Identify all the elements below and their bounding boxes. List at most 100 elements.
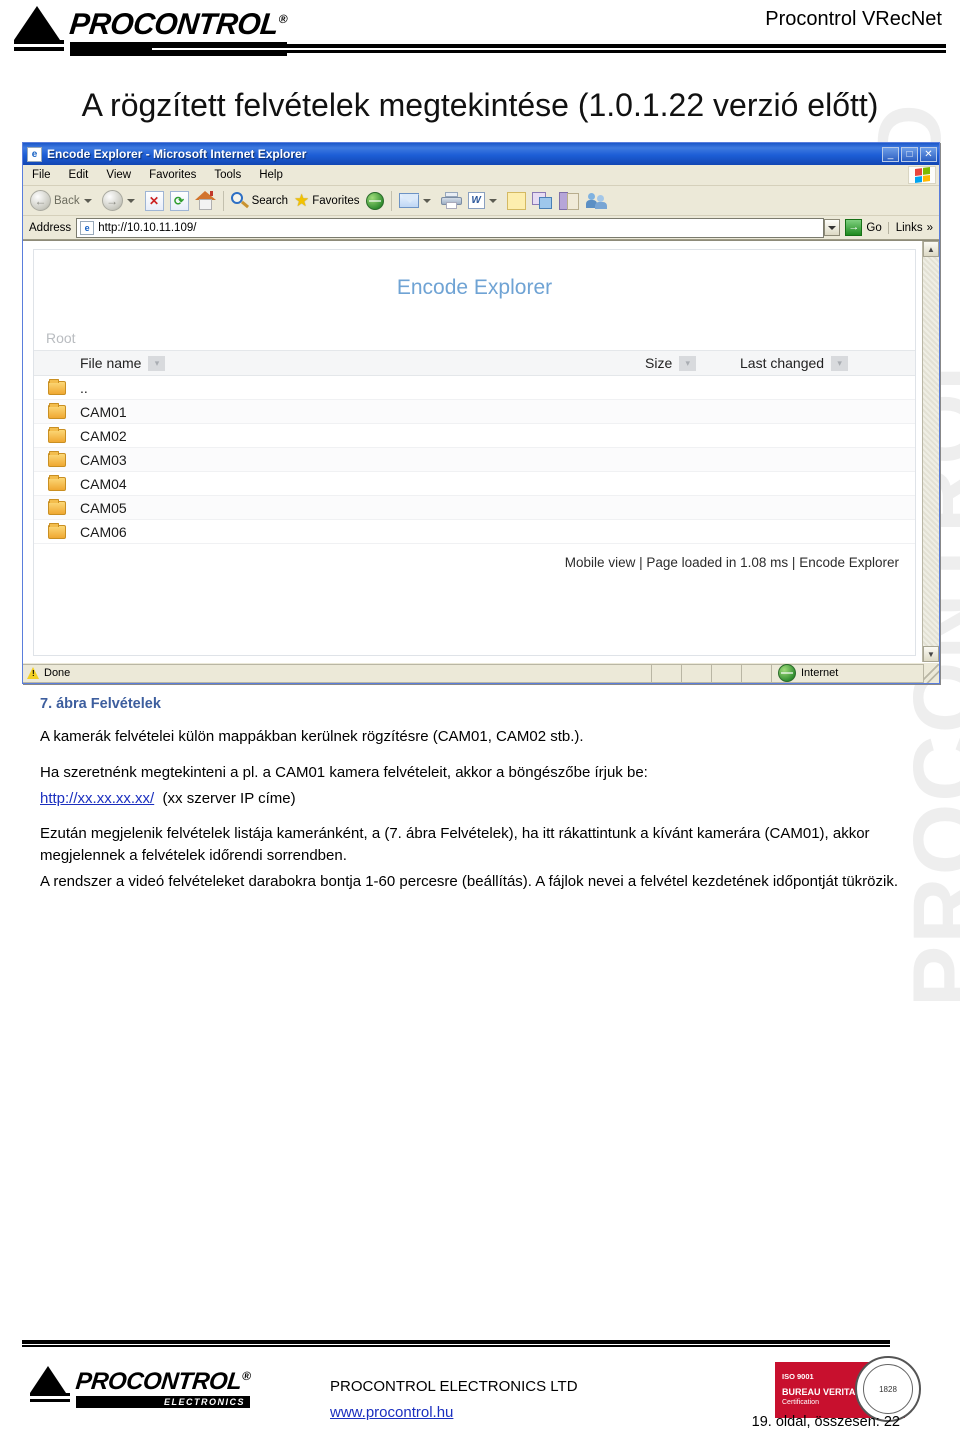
footer-company-block: PROCONTROL ELECTRONICS LTD www.procontro… bbox=[330, 1374, 578, 1425]
body-text: A kamerák felvételei külön mappákban ker… bbox=[40, 726, 926, 893]
file-name[interactable]: CAM04 bbox=[80, 476, 127, 492]
address-dropdown-button[interactable] bbox=[824, 219, 841, 237]
browser-toolbar: ← Back → ✕ ⟳ Search ★ Favorites W bbox=[23, 186, 939, 217]
edit-dropdown-icon[interactable] bbox=[488, 198, 497, 203]
favorites-button[interactable]: ★ Favorites bbox=[291, 188, 363, 214]
people-icon bbox=[585, 192, 608, 210]
stop-button[interactable]: ✕ bbox=[142, 188, 167, 214]
footer-brand-subtitle: ELECTRONICS bbox=[76, 1396, 251, 1408]
search-button[interactable]: Search bbox=[228, 188, 291, 214]
zone-label: Internet bbox=[801, 667, 839, 680]
table-row[interactable]: CAM02 bbox=[34, 424, 915, 449]
column-label-file-name: File name bbox=[80, 355, 142, 372]
column-header-file-name[interactable]: File name ▾ bbox=[34, 355, 645, 371]
folder-icon bbox=[48, 402, 66, 419]
file-name[interactable]: CAM06 bbox=[80, 524, 127, 540]
address-input[interactable]: e http://10.10.11.109/ bbox=[76, 217, 825, 238]
messenger-button[interactable] bbox=[583, 188, 611, 214]
table-row[interactable]: CAM03 bbox=[34, 448, 915, 473]
table-row[interactable]: CAM04 bbox=[34, 472, 915, 497]
home-button[interactable] bbox=[192, 188, 219, 214]
scroll-up-button[interactable]: ▲ bbox=[923, 241, 939, 258]
footer-website-link[interactable]: www.procontrol.hu bbox=[330, 1404, 453, 1421]
minimize-button[interactable]: _ bbox=[882, 146, 899, 162]
file-name[interactable]: .. bbox=[80, 380, 88, 396]
print-button[interactable] bbox=[438, 188, 465, 214]
file-name[interactable]: CAM05 bbox=[80, 500, 127, 516]
sort-last-changed-icon[interactable]: ▾ bbox=[831, 355, 849, 371]
paragraph-4: A rendszer a videó felvételeket darabokr… bbox=[40, 872, 899, 890]
browser-statusbar: Done Internet bbox=[23, 662, 939, 684]
server-url-link[interactable]: http://xx.xx.xx.xx/ bbox=[40, 790, 154, 807]
iso-standard: ISO 9001 bbox=[782, 1372, 814, 1382]
server-url-note: (xx szerver IP címe) bbox=[162, 789, 296, 807]
back-dropdown-icon[interactable] bbox=[83, 198, 92, 203]
go-button[interactable]: → Go bbox=[841, 219, 887, 237]
menu-file[interactable]: File bbox=[23, 165, 60, 185]
paragraph-3: Ezután megjelenik felvételek listája kam… bbox=[40, 825, 870, 865]
toolbar-separator-2 bbox=[390, 190, 392, 211]
ie-icon: e bbox=[27, 146, 42, 162]
column-header-size[interactable]: Size ▾ bbox=[645, 355, 740, 371]
links-button[interactable]: Links » bbox=[887, 221, 937, 234]
maximize-button[interactable]: □ bbox=[901, 146, 918, 162]
registered-mark-icon: ® bbox=[241, 1369, 252, 1383]
book-icon bbox=[558, 191, 580, 210]
encode-explorer-title: Encode Explorer bbox=[396, 276, 553, 300]
edit-word-button[interactable]: W bbox=[465, 188, 504, 214]
file-name[interactable]: CAM02 bbox=[80, 428, 127, 444]
media-button[interactable] bbox=[363, 188, 387, 214]
scroll-down-button[interactable]: ▼ bbox=[923, 646, 939, 663]
table-row[interactable]: CAM01 bbox=[34, 400, 915, 425]
forward-button[interactable]: → bbox=[99, 188, 142, 214]
menu-help[interactable]: Help bbox=[250, 165, 292, 185]
toolbar-separator bbox=[222, 190, 224, 211]
table-row[interactable]: .. bbox=[34, 376, 915, 401]
sort-file-name-icon[interactable]: ▾ bbox=[148, 355, 166, 371]
paragraph-2-line2: http://xx.xx.xx.xx/ (xx szerver IP címe) bbox=[40, 788, 926, 810]
file-table-body: .. CAM01 CAM02 CAM03 CAM04 CAM05 CAM06 bbox=[34, 376, 915, 545]
breadcrumb: Root bbox=[46, 330, 76, 347]
scrollbar-track[interactable] bbox=[923, 257, 939, 647]
column-header-last-changed[interactable]: Last changed ▾ bbox=[740, 355, 915, 371]
mail-icon bbox=[398, 193, 419, 209]
onenote-button[interactable] bbox=[529, 188, 556, 214]
sort-size-icon[interactable]: ▾ bbox=[679, 355, 697, 371]
paragraph-2: Ha szeretnénk megtekinteni a pl. a CAM01… bbox=[40, 763, 648, 781]
research-button[interactable] bbox=[556, 188, 583, 214]
star-icon: ★ bbox=[294, 191, 310, 211]
file-name[interactable]: CAM03 bbox=[80, 452, 127, 468]
folder-icon bbox=[48, 378, 66, 395]
notes-button[interactable] bbox=[504, 188, 529, 214]
status-message: Done bbox=[23, 663, 652, 683]
back-label: Back bbox=[54, 194, 80, 207]
menu-edit[interactable]: Edit bbox=[60, 165, 98, 185]
encode-explorer-panel: Encode Explorer Root File name ▾ Size ▾ … bbox=[33, 249, 916, 657]
menu-view[interactable]: View bbox=[97, 165, 140, 185]
refresh-button[interactable]: ⟳ bbox=[167, 188, 192, 214]
close-button[interactable]: ✕ bbox=[920, 146, 937, 162]
table-row[interactable]: CAM06 bbox=[34, 520, 915, 545]
folder-icon bbox=[48, 426, 66, 443]
back-button[interactable]: ← Back bbox=[27, 188, 99, 214]
menu-favorites[interactable]: Favorites bbox=[140, 165, 205, 185]
mail-button[interactable] bbox=[396, 188, 438, 214]
status-text: Done bbox=[44, 667, 71, 680]
triangle-logo-icon bbox=[14, 4, 64, 51]
go-label: Go bbox=[866, 221, 882, 234]
forward-dropdown-icon[interactable] bbox=[126, 198, 135, 203]
refresh-icon: ⟳ bbox=[169, 190, 189, 211]
table-row[interactable]: CAM05 bbox=[34, 496, 915, 521]
column-label-last-changed: Last changed bbox=[740, 355, 825, 372]
file-name[interactable]: CAM01 bbox=[80, 404, 127, 420]
search-icon bbox=[230, 191, 249, 210]
footer-brand-name: PROCONTROL® bbox=[74, 1368, 252, 1395]
mail-dropdown-icon[interactable] bbox=[422, 198, 431, 203]
resize-grip[interactable] bbox=[924, 663, 939, 683]
column-label-size: Size bbox=[645, 355, 673, 372]
folder-icon bbox=[48, 498, 66, 515]
vertical-scrollbar[interactable]: ▲ ▼ bbox=[922, 241, 939, 663]
menu-tools[interactable]: Tools bbox=[205, 165, 250, 185]
folder-icon bbox=[48, 450, 66, 467]
go-arrow-icon: → bbox=[845, 219, 863, 237]
